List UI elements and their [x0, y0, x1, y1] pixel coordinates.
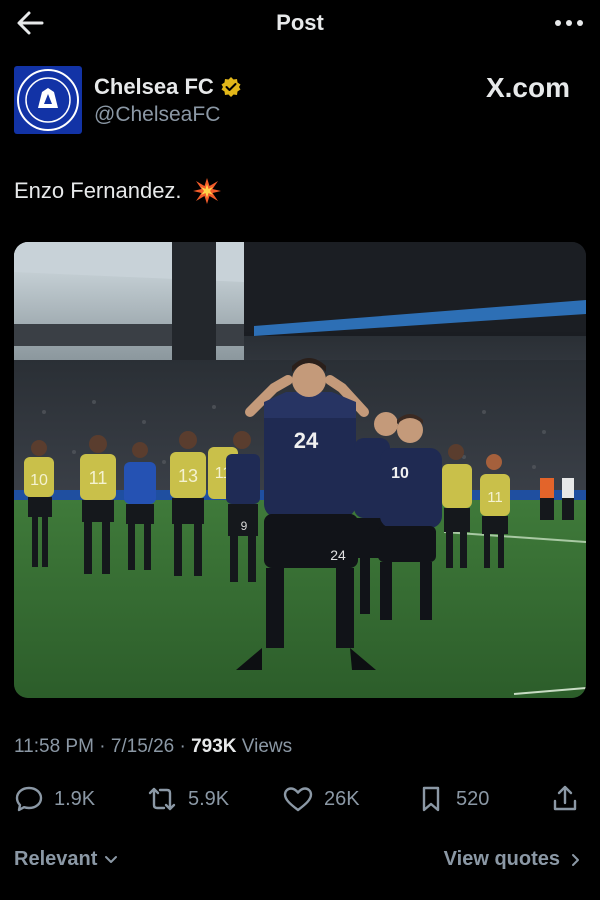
- reply-sort-bar: Relevant View quotes: [14, 848, 586, 878]
- meta-separator: ·: [93, 736, 111, 757]
- action-bar: 1.9K 5.9K 26K 520: [14, 784, 586, 818]
- reply-count: 1.9K: [54, 787, 96, 810]
- bib-number: 11: [487, 489, 503, 506]
- view-quotes-link[interactable]: View quotes: [444, 848, 586, 871]
- jersey-number: 10: [391, 465, 409, 482]
- more-button[interactable]: [552, 8, 586, 38]
- chevron-down-icon: [105, 855, 118, 863]
- chelsea-crest-logo: [17, 69, 79, 131]
- view-quotes-label: View quotes: [443, 848, 560, 870]
- post-time: 11:58 PM: [14, 736, 94, 757]
- share-icon: [553, 785, 577, 811]
- collision-icon: [192, 178, 221, 204]
- heart-icon: [283, 787, 313, 812]
- verified-badge-icon: [221, 77, 241, 97]
- views-label: Views: [236, 736, 293, 757]
- author-handle[interactable]: @ChelseaFC: [94, 103, 220, 127]
- more-horizontal-icon: [555, 20, 583, 26]
- reply-button[interactable]: 1.9K: [14, 784, 95, 814]
- author-name-row[interactable]: Chelsea FC: [94, 74, 242, 100]
- jersey-number: 24: [294, 428, 319, 453]
- match-photo: 10 11 13 11 9 24 24 10 11: [14, 242, 586, 698]
- post-meta: 11:58 PM · 7/15/26 · 793K Views: [14, 736, 292, 758]
- bib-number: 11: [89, 468, 108, 488]
- shorts-number: 24: [330, 547, 346, 563]
- watermark: X.com: [485, 72, 570, 103]
- author-name[interactable]: Chelsea FC: [94, 74, 214, 100]
- bookmark-icon: [422, 786, 440, 812]
- repost-count: 5.9K: [188, 787, 230, 810]
- reply-icon: [15, 786, 43, 812]
- repost-icon: [148, 787, 176, 811]
- bookmark-button[interactable]: 520: [416, 784, 489, 814]
- bib-number: 10: [30, 472, 48, 489]
- avatar[interactable]: [14, 66, 82, 134]
- like-count: 26K: [324, 787, 360, 810]
- top-bar: Post: [0, 0, 600, 46]
- shorts-number: 9: [241, 519, 248, 533]
- views-count[interactable]: 793K: [191, 736, 236, 757]
- sort-label: Relevant: [14, 848, 98, 870]
- bookmark-count: 520: [456, 787, 490, 810]
- like-button[interactable]: 26K: [282, 784, 360, 814]
- post-text: Enzo Fernandez.: [14, 176, 222, 206]
- repost-button[interactable]: 5.9K: [146, 784, 229, 814]
- post-image[interactable]: 10 11 13 11 9 24 24 10 11: [14, 242, 586, 698]
- sort-dropdown[interactable]: Relevant: [14, 848, 121, 871]
- meta-separator: ·: [174, 736, 192, 757]
- share-button[interactable]: [550, 784, 590, 814]
- post-text-content: Enzo Fernandez.: [14, 178, 182, 203]
- page-title: Post: [276, 10, 324, 35]
- post-date: 7/15/26: [110, 736, 175, 757]
- bib-number: 13: [178, 466, 198, 486]
- chevron-right-icon: [572, 853, 579, 866]
